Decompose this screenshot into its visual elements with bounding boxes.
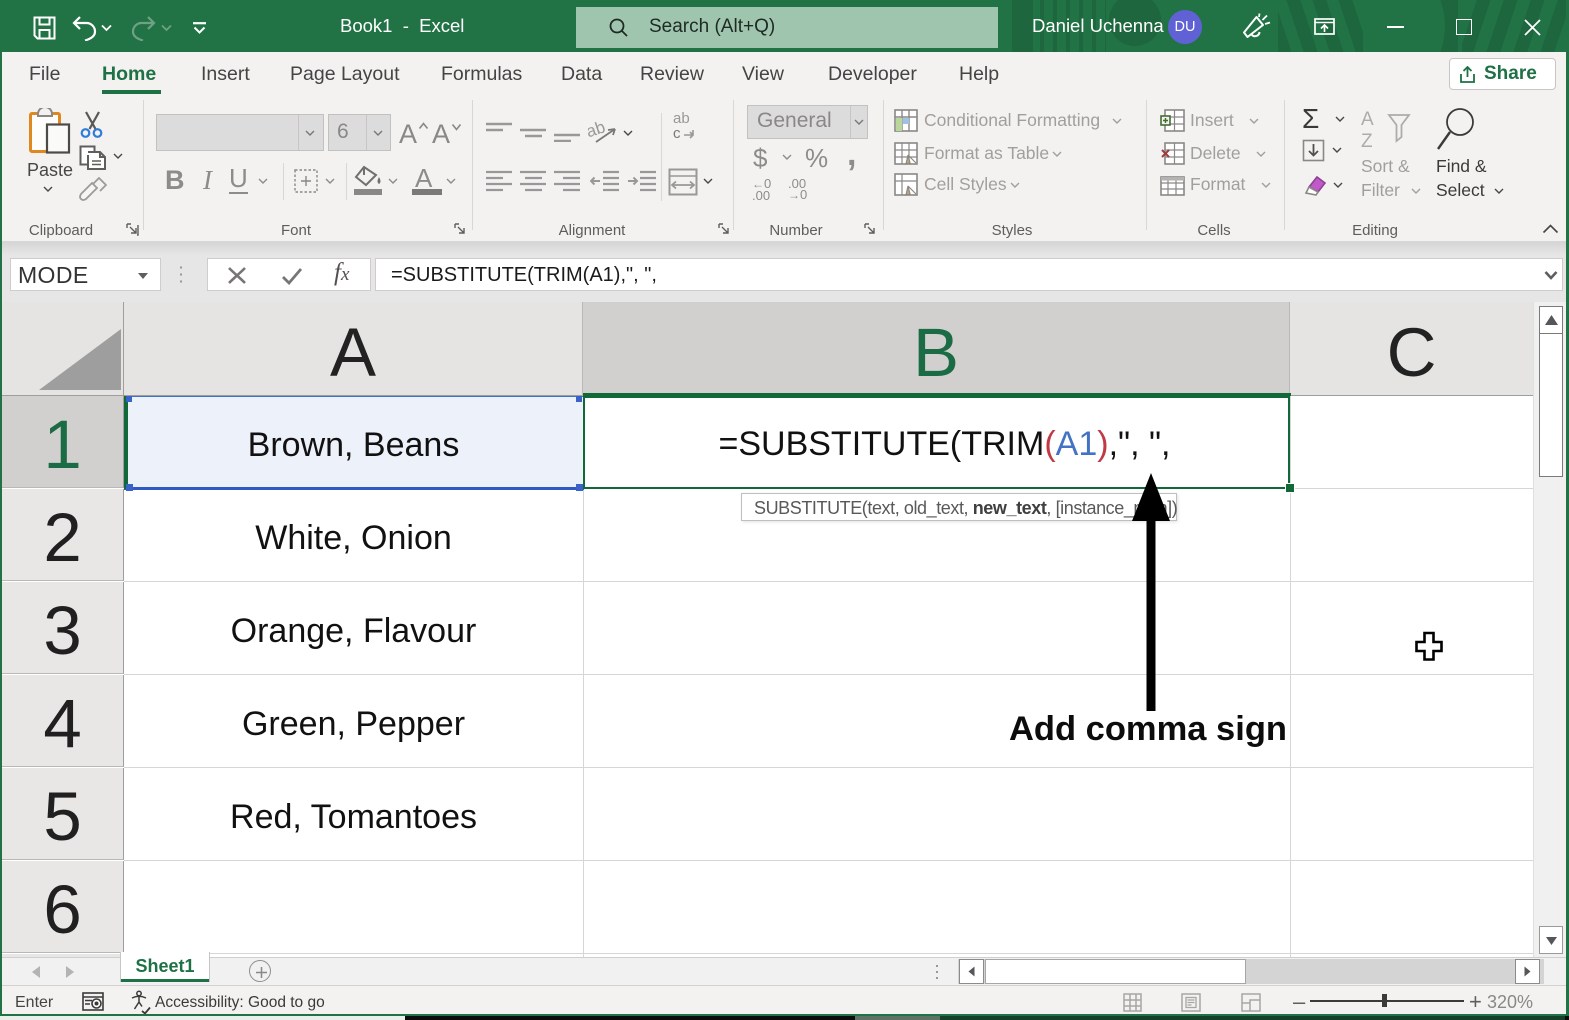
svg-text:A: A	[1361, 109, 1374, 130]
svg-text:c: c	[673, 125, 681, 142]
svg-text:Z: Z	[1361, 131, 1373, 152]
svg-text:ab: ab	[588, 119, 608, 141]
